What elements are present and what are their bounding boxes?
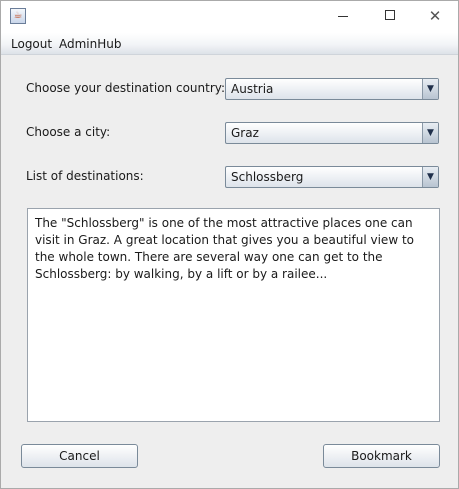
chevron-down-icon[interactable]: ▼ — [422, 123, 438, 143]
minimize-button[interactable] — [320, 1, 366, 31]
close-icon: ✕ — [428, 7, 442, 25]
maximize-button[interactable] — [367, 1, 413, 31]
app-window: ☕ ✕ Logout AdminHub Choose your destinat… — [0, 0, 459, 489]
chevron-down-icon[interactable]: ▼ — [422, 167, 438, 187]
cancel-button[interactable]: Cancel — [21, 444, 138, 468]
city-value: Graz — [231, 126, 259, 140]
close-button[interactable]: ✕ — [412, 1, 458, 31]
title-bar[interactable]: ☕ ✕ — [1, 1, 458, 33]
city-label: Choose a city: — [26, 125, 111, 139]
minimize-icon — [338, 16, 348, 17]
destinations-label: List of destinations: — [26, 169, 144, 183]
country-value: Austria — [231, 82, 274, 96]
menu-adminhub[interactable]: AdminHub — [59, 37, 122, 51]
description-textarea[interactable]: The "Schlossberg" is one of the most att… — [27, 208, 440, 422]
destinations-dropdown[interactable]: Schlossberg ▼ — [225, 166, 439, 188]
bookmark-button[interactable]: Bookmark — [323, 444, 440, 468]
maximize-icon — [385, 10, 395, 20]
chevron-down-icon[interactable]: ▼ — [422, 79, 438, 99]
country-dropdown[interactable]: Austria ▼ — [225, 78, 439, 100]
description-text: The "Schlossberg" is one of the most att… — [35, 216, 414, 281]
java-coffee-icon: ☕ — [10, 8, 26, 24]
city-dropdown[interactable]: Graz ▼ — [225, 122, 439, 144]
menu-logout[interactable]: Logout — [11, 37, 52, 51]
destination-value: Schlossberg — [231, 170, 304, 184]
menu-bar: Logout AdminHub — [1, 33, 458, 55]
country-label: Choose your destination country: — [26, 81, 226, 95]
